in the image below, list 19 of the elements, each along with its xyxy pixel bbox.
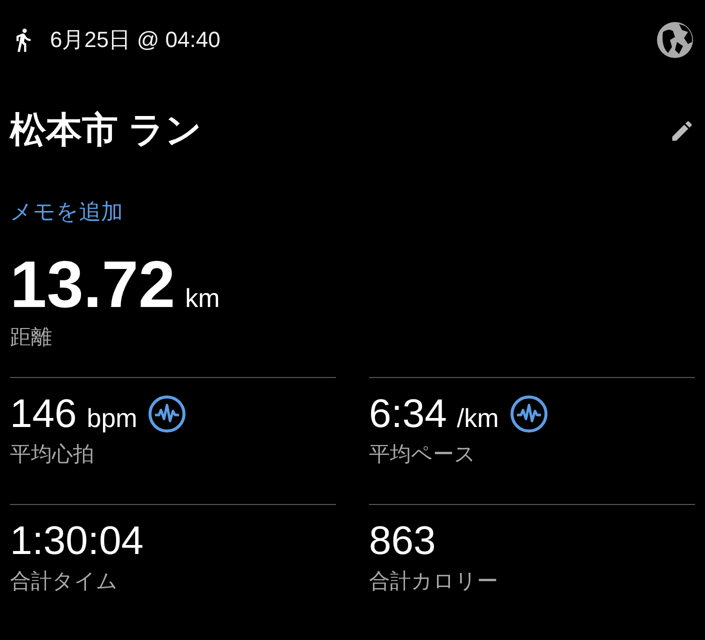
- stat-label: 平均心拍: [10, 442, 94, 468]
- activity-title: 松本市 ラン: [10, 108, 202, 152]
- heart-rate-chart-icon[interactable]: [147, 394, 188, 434]
- stat-unit: /km: [456, 403, 499, 434]
- distance-label: 距離: [10, 325, 52, 351]
- globe-icon[interactable]: [655, 20, 695, 60]
- stat-value: 1:30:04: [10, 521, 144, 561]
- stat-value: 146: [10, 394, 77, 434]
- stat-label: 平均ペース: [369, 442, 476, 468]
- distance-unit: km: [185, 283, 220, 314]
- stat-value: 6:34: [369, 394, 447, 434]
- stat-value: 863: [369, 521, 436, 561]
- add-memo-link[interactable]: メモを追加: [10, 197, 123, 227]
- stat-label: 合計カロリー: [369, 569, 498, 595]
- activity-date-time: 6月25日 @ 04:40: [50, 26, 222, 54]
- stat-label: 合計タイム: [10, 569, 118, 595]
- stat-unit: bpm: [86, 403, 138, 434]
- heart-rate-chart-icon[interactable]: [508, 394, 549, 434]
- distance-value: 13.72: [10, 251, 176, 317]
